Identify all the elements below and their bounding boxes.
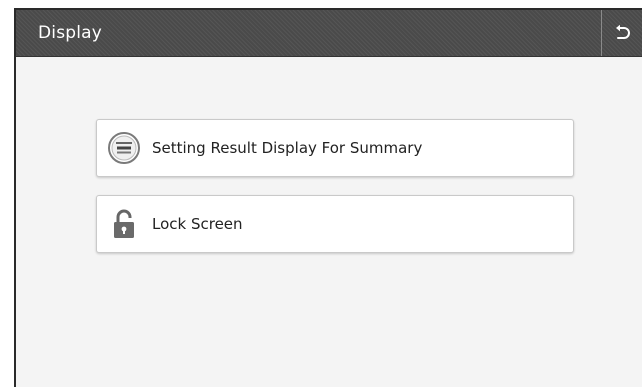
page-title: Display: [38, 23, 103, 43]
back-arrow-icon: [616, 24, 630, 39]
menu-item-label: Lock Screen: [152, 215, 243, 233]
lock-screen-button[interactable]: Lock Screen: [96, 195, 574, 253]
summary-display-icon: [106, 130, 142, 166]
title-bar: Display: [16, 10, 642, 57]
menu-item-label: Setting Result Display For Summary: [152, 139, 423, 157]
lock-icon: [106, 206, 142, 242]
display-screen: Display Setting Result Display For Summa…: [14, 8, 642, 387]
back-button[interactable]: [601, 10, 642, 56]
summary-display-button[interactable]: Setting Result Display For Summary: [96, 119, 574, 177]
